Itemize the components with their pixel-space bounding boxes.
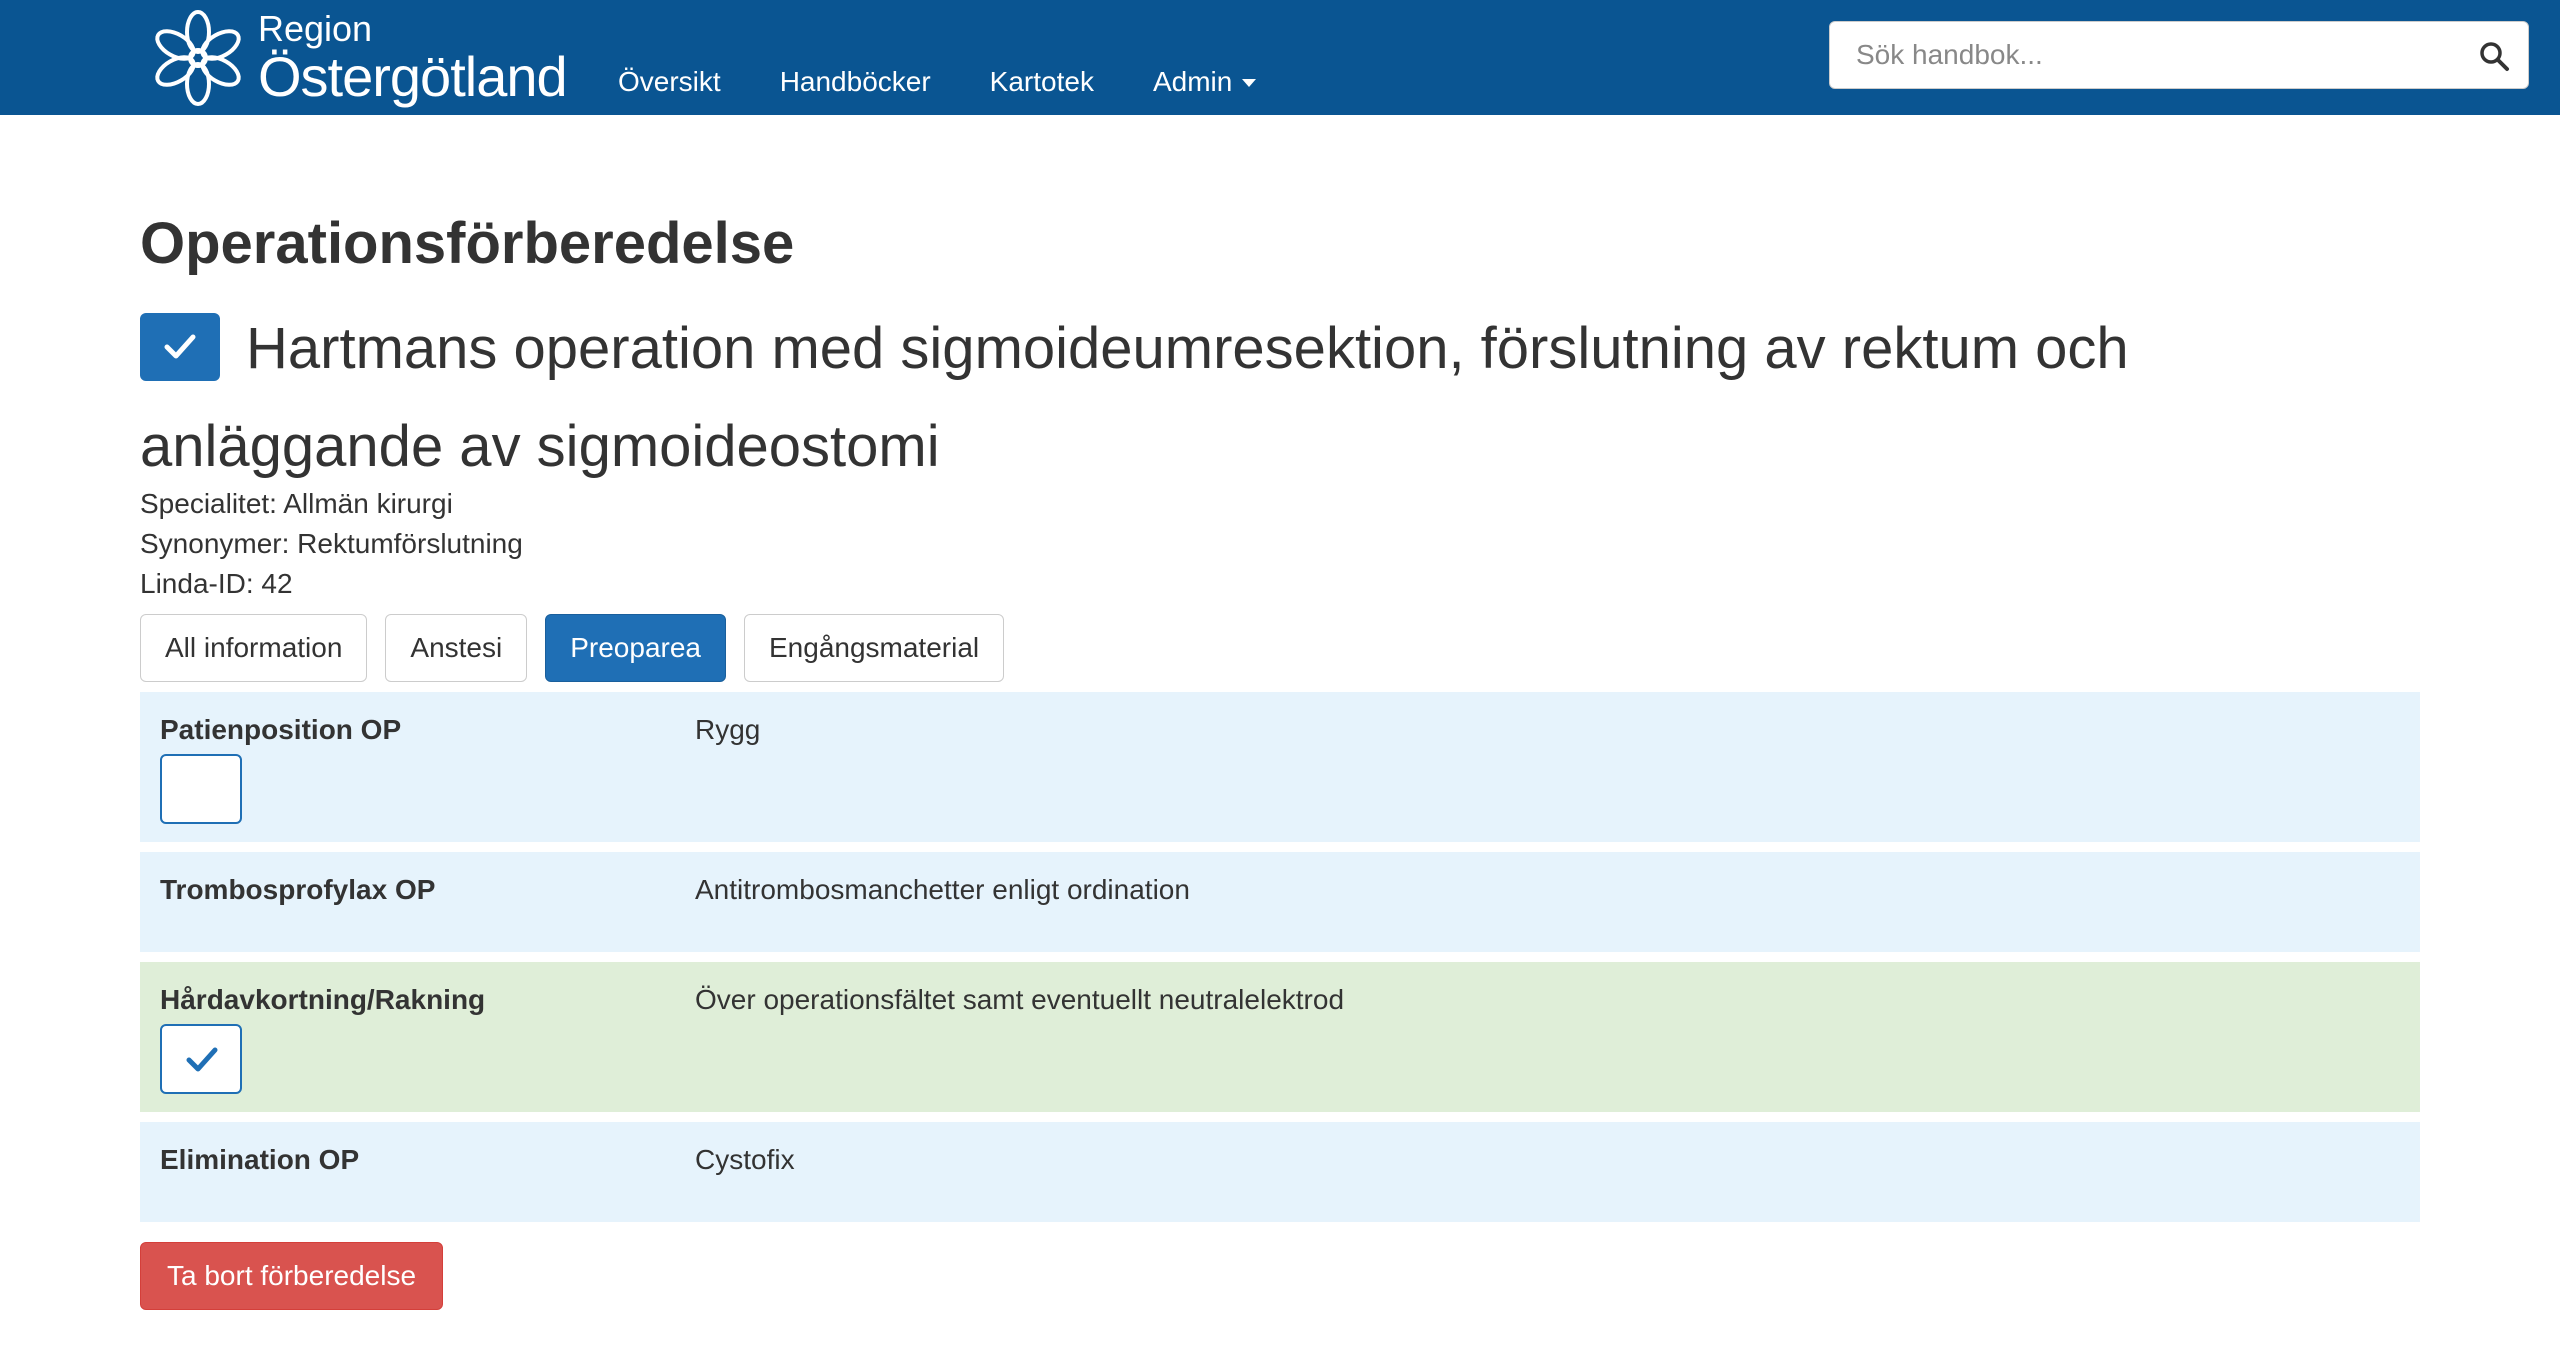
list-item: Elimination OP Cystofix [140, 1122, 2420, 1222]
row-label: Elimination OP [160, 1144, 360, 1175]
top-navbar: Region Östergötland Översikt Handböcker … [0, 0, 2560, 115]
flower-logo-icon [155, 10, 241, 106]
search-box [1829, 21, 2529, 89]
synonyms-text: Synonymer: Rektumförslutning [140, 528, 523, 559]
nav-item-admin-dropdown[interactable]: Admin [1152, 66, 1257, 98]
row-value: Antitrombosmanchetter enligt ordination [695, 874, 1190, 905]
search-icon[interactable] [2478, 40, 2510, 72]
tab-anstesi[interactable]: Anstesi [385, 614, 528, 682]
search-input[interactable] [1830, 22, 2450, 88]
delete-preparation-button[interactable]: Ta bort förberedelse [140, 1242, 444, 1310]
list-item: Trombosprofylax OP Antitrombosmanchetter… [140, 852, 2420, 952]
tab-engangsmaterial[interactable]: Engångsmaterial [744, 614, 1005, 682]
main-nav: Översikt Handböcker Kartotek Admin [618, 66, 1315, 98]
row-checkbox[interactable] [160, 1024, 242, 1094]
brand-name-text: Östergötland [258, 45, 568, 108]
tab-all-information[interactable]: All information [140, 614, 368, 682]
caret-down-icon [1242, 79, 1257, 87]
linda-id-text: Linda-ID: 42 [140, 568, 293, 599]
category-tabs: All information Anstesi Preoparea Engång… [140, 614, 1022, 682]
specialty-text: Specialitet: Allmän kirurgi [140, 488, 453, 519]
procedure-checkbox[interactable] [140, 313, 220, 381]
row-label: Hårdavkortning/Rakning [160, 984, 486, 1015]
list-item: Hårdavkortning/Rakning Över operationsfä… [140, 962, 2420, 1112]
brand-home-link[interactable]: Region Östergötland [146, 6, 568, 110]
page-title: Operationsförberedelse [140, 211, 795, 276]
row-value: Över operationsfältet samt eventuellt ne… [695, 984, 1345, 1015]
nav-item-handbocker[interactable]: Handböcker [780, 66, 931, 98]
tab-preoparea[interactable]: Preoparea [545, 614, 726, 682]
row-value: Rygg [695, 714, 761, 745]
procedure-title: Hartmans operation med sigmoideumresekti… [140, 316, 2129, 479]
procedure-meta: Specialitet: Allmän kirurgi Synonymer: R… [140, 484, 523, 604]
checkmark-icon [164, 334, 196, 359]
checkmark-icon [186, 1047, 218, 1072]
nav-item-kartotek[interactable]: Kartotek [990, 66, 1094, 98]
preparation-list: Patienposition OP Rygg Trombosprofylax O… [140, 692, 2420, 1232]
list-item: Patienposition OP Rygg [140, 692, 2420, 842]
row-checkbox[interactable] [160, 754, 242, 824]
row-value: Cystofix [695, 1144, 795, 1175]
brand-region-text: Region [258, 8, 373, 49]
nav-item-oversikt[interactable]: Översikt [618, 66, 721, 98]
row-label: Trombosprofylax OP [160, 874, 436, 905]
row-label: Patienposition OP [160, 714, 402, 745]
nav-item-admin-label: Admin [1152, 66, 1233, 97]
